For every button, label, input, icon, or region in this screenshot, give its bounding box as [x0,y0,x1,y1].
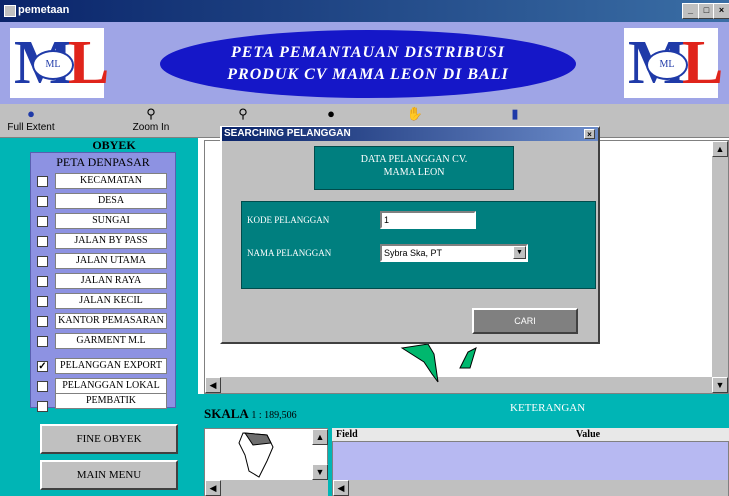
chevron-down-icon: ▼ [516,249,523,256]
overview-scroll-down-button[interactable]: ▼ [312,464,328,480]
zoom-in-icon: ⚲ [146,106,156,121]
layer-checkbox[interactable] [37,256,48,267]
peta-denpasar-label: PETA DENPASAR [56,155,150,169]
window-titlebar: pemetaan _ □ × [0,0,729,22]
layer-checkbox[interactable] [37,336,48,347]
overview-island-shape [238,432,274,478]
dialog-header-line1: DATA PELANGGAN CV. [360,154,468,165]
logo-left: ML ML [10,28,109,98]
customer-checkbox-export[interactable]: ✓ [37,361,48,372]
dialog-title: SEARCHING PELANGGAN [222,127,598,141]
main-menu-button[interactable]: MAIN MENU [40,460,178,490]
window-title: pemetaan [18,4,70,16]
map-scroll-up-button[interactable]: ▲ [712,141,728,157]
banner: ML ML PETA PEMANTAUAN DISTRIBUSI PRODUK … [0,22,729,104]
nama-pelanggan-select[interactable]: Sybra Ska, PT [380,244,528,262]
scale-label: SKALA [204,406,249,421]
overview-horizontal-scrollbar[interactable] [205,480,328,496]
zoom-out-icon: ⚲ [238,106,248,121]
fine-obyek-button[interactable]: FINE OBYEK [40,424,178,454]
full-extent-button[interactable]: ● Full Extent [6,106,56,136]
logo-right: ML ML [624,28,723,98]
banner-title-line1: PETA PEMANTAUAN DISTRIBUSI [230,44,506,61]
map-scroll-left-button[interactable]: ◀ [205,377,221,393]
layer-checkbox[interactable] [37,196,48,207]
dialog-header-box: DATA PELANGGAN CV. MAMA LEON [314,146,514,190]
customer-checkbox-lokal[interactable] [37,381,48,392]
layer-button-jalan-utama[interactable]: JALAN UTAMA [55,253,167,269]
dialog-header-line2: MAMA LEON [383,167,445,178]
layer-button-garment-ml[interactable]: GARMENT M.L [55,333,167,349]
nama-pelanggan-value: Sybra Ska, PT [384,248,443,258]
nama-dropdown-button[interactable]: ▼ [513,246,526,259]
dialog-close-button[interactable]: × [584,129,595,139]
cari-button[interactable]: CARI [472,308,578,334]
scale-readout: SKALA 1 : 189,506 [204,406,297,422]
map-vertical-scrollbar[interactable] [712,141,728,393]
map-scroll-down-button[interactable]: ▼ [712,377,728,393]
zoom-in-label: Zoom In [132,122,170,133]
column-field: Field [336,429,358,440]
layer-checkbox[interactable] [37,236,48,247]
zoom-in-button[interactable]: ⚲ Zoom In [124,106,178,136]
layer-checkbox[interactable] [37,296,48,307]
column-value: Value [576,429,601,440]
logo-left-badge: ML [32,50,74,80]
flag-icon: ▮ [511,106,519,121]
grid-scroll-left-button[interactable]: ◀ [333,480,349,496]
kode-pelanggan-label: KODE PELANGGAN [247,215,330,225]
layer-button-jalan-by-pass[interactable]: JALAN BY PASS [55,233,167,249]
layer-checkbox[interactable] [37,176,48,187]
full-extent-label: Full Extent [7,122,55,133]
overview-scroll-up-button[interactable]: ▲ [312,429,328,445]
customer-button-lokal[interactable]: PELANGGAN LOKAL [55,378,167,394]
layer-checkbox[interactable] [37,276,48,287]
attribute-grid-header: Field Value [332,428,729,442]
layer-checkbox[interactable] [37,216,48,227]
keterangan-label: KETERANGAN [510,402,586,414]
map-island-shape [400,343,477,383]
app-icon [4,5,16,17]
layer-button-kantor-pemasaran[interactable]: KANTOR PEMASARAN [55,313,167,329]
close-window-button[interactable]: × [713,3,729,19]
kode-pelanggan-input[interactable]: 1 [380,211,476,229]
customer-checkbox-pembatik[interactable] [37,401,48,412]
banner-title: PETA PEMANTAUAN DISTRIBUSI PRODUK CV MAM… [160,30,576,98]
grid-horizontal-scrollbar[interactable] [333,480,728,496]
layer-button-jalan-raya[interactable]: JALAN RAYA [55,273,167,289]
globe-icon: ● [27,106,35,121]
hand-icon: ✋ [406,106,424,121]
logo-right-badge: ML [646,50,688,80]
obyek-header: OBYEK [30,138,198,152]
customer-button-export[interactable]: PELANGGAN EXPORT [55,358,167,374]
scale-value: 1 : 189,506 [251,410,297,421]
layer-button-kecamatan[interactable]: KECAMATAN [55,173,167,189]
layer-button-sungai[interactable]: SUNGAI [55,213,167,229]
customer-button-pembatik[interactable]: PEMBATIK [55,393,167,409]
overview-scroll-left-button[interactable]: ◀ [205,480,221,496]
layer-checkbox[interactable] [37,316,48,327]
info-icon: ● [327,106,335,121]
layer-button-desa[interactable]: DESA [55,193,167,209]
nama-pelanggan-label: NAMA PELANGGAN [247,248,332,258]
minimize-button[interactable]: _ [682,3,699,19]
layer-button-jalan-kecil[interactable]: JALAN KECIL [55,293,167,309]
banner-title-line2: PRODUK CV MAMA LEON DI BALI [227,66,509,83]
